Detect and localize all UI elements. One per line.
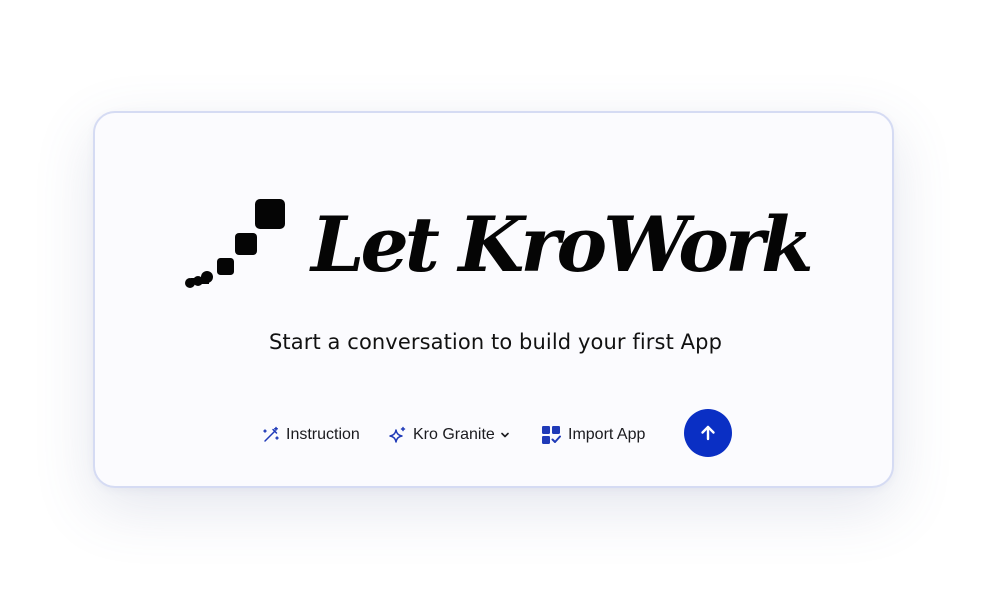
page-subtitle: Start a conversation to build your first… bbox=[268, 330, 723, 354]
wand-icon bbox=[262, 426, 280, 444]
instruction-label: Instruction bbox=[286, 426, 360, 443]
model-label: Kro Granite bbox=[413, 426, 495, 443]
stepped-squares-logo-icon bbox=[185, 199, 285, 288]
instruction-button[interactable]: Instruction bbox=[262, 423, 360, 447]
import-grid-icon bbox=[541, 425, 561, 445]
brand-title: Let KroWork bbox=[311, 200, 814, 289]
import-app-label: Import App bbox=[568, 426, 646, 443]
model-selector[interactable]: Kro Granite bbox=[389, 423, 511, 447]
brand-logo: Let KroWork bbox=[183, 196, 814, 294]
sparkle-icon bbox=[389, 426, 407, 444]
chevron-down-icon bbox=[499, 429, 511, 441]
import-app-button[interactable]: Import App bbox=[541, 423, 645, 447]
prompt-toolbar: Instruction Kro Granite Import App bbox=[0, 409, 991, 459]
send-button[interactable] bbox=[684, 409, 732, 457]
arrow-up-icon bbox=[701, 425, 715, 441]
